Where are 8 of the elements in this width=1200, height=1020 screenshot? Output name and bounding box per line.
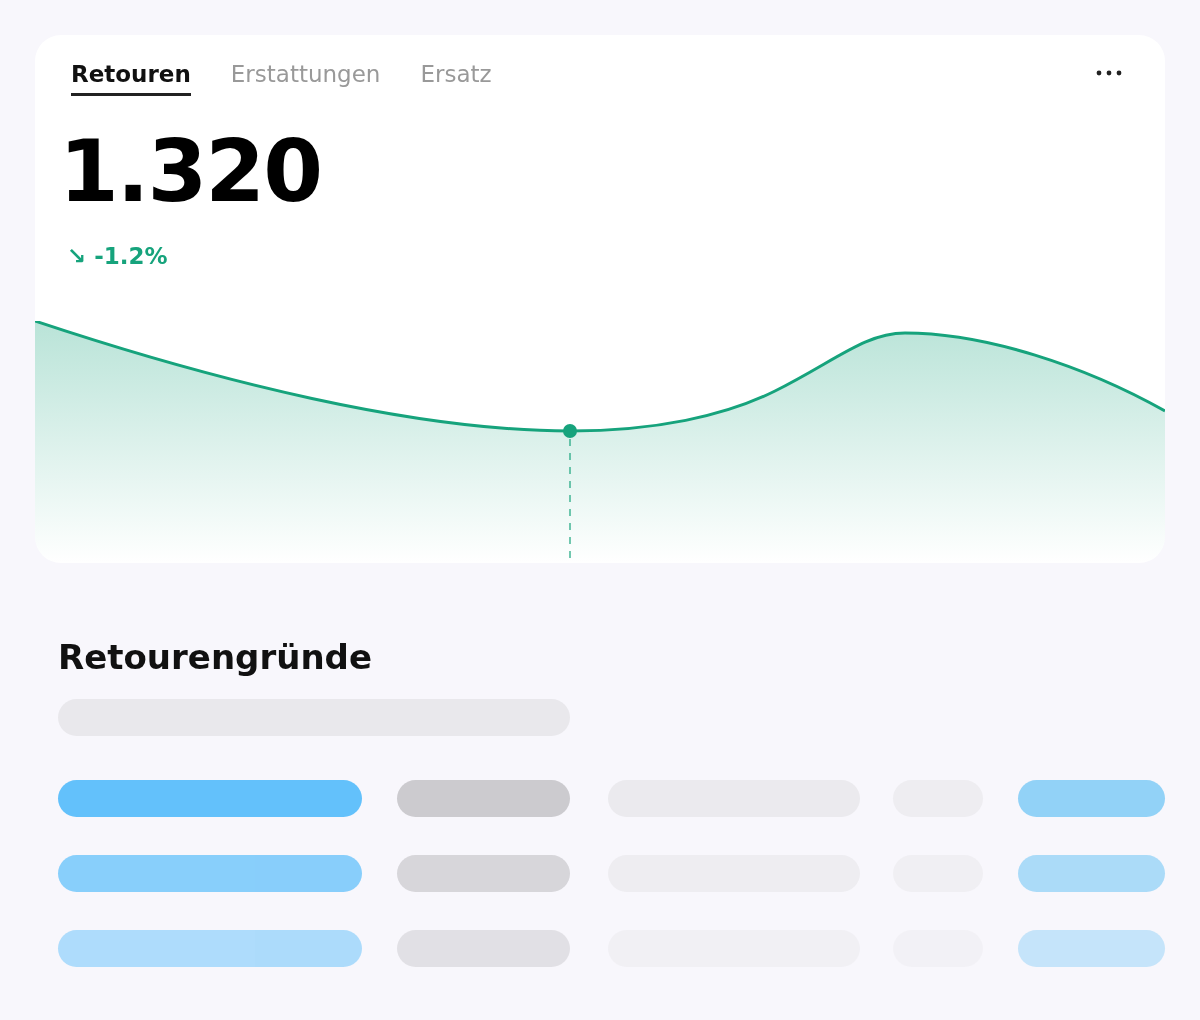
data-point [563, 423, 577, 438]
change-indicator: ↘ -1.2% [66, 242, 169, 269]
tab[interactable]: Erstattungen [230, 57, 381, 96]
metric-value: 1.320 [58, 124, 323, 219]
section-title: Retourengründe [58, 636, 373, 677]
tab[interactable]: Retouren [71, 57, 191, 96]
more-icon[interactable] [1095, 69, 1123, 77]
tab[interactable]: Ersatz [420, 57, 492, 96]
